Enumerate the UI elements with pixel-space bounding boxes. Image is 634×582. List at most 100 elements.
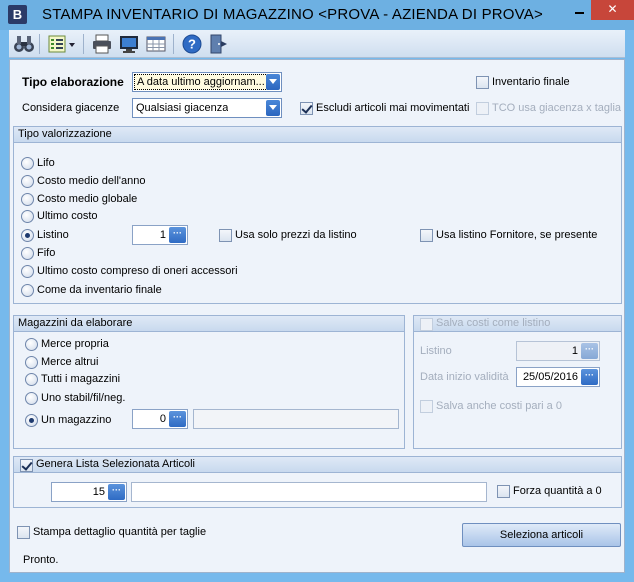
radio-tutti-magazzini[interactable] bbox=[25, 373, 38, 386]
valorizzazione-title: Tipo valorizzazione bbox=[14, 127, 621, 143]
usa-listino-fornitore-checkbox[interactable] bbox=[420, 229, 433, 242]
forza-quantita-checkbox[interactable] bbox=[497, 485, 510, 498]
valorizzazione-group: Tipo valorizzazione Lifo Costo medio del… bbox=[13, 126, 622, 304]
considera-giacenze-value: Qualsiasi giacenza bbox=[136, 102, 229, 114]
calendar-icon[interactable]: ··· bbox=[581, 369, 598, 385]
tipo-elaborazione-select[interactable]: A data ultimo aggiornam... bbox=[132, 72, 282, 92]
seleziona-articoli-button[interactable]: Seleziona articoli bbox=[462, 523, 621, 547]
data-inizio-field[interactable]: 25/05/2016 ··· bbox=[516, 367, 600, 387]
tipo-elaborazione-label: Tipo elaborazione bbox=[22, 75, 124, 89]
radio-costo-medio-anno[interactable] bbox=[21, 175, 34, 188]
stampa-dettaglio-label: Stampa dettaglio quantità per taglie bbox=[33, 526, 207, 538]
printer-icon[interactable] bbox=[91, 33, 113, 55]
radio-merce-altrui[interactable] bbox=[25, 356, 38, 369]
close-button[interactable]: ✕ bbox=[591, 0, 634, 20]
radio-label: Merce altrui bbox=[41, 356, 99, 368]
listino-value: 1 bbox=[159, 229, 166, 241]
radio-costo-medio-globale[interactable] bbox=[21, 193, 34, 206]
ellipsis-icon[interactable]: ··· bbox=[169, 227, 186, 243]
salva-listino-label: Listino bbox=[420, 345, 452, 357]
genera-lista-group: Genera Lista Selezionata Articoli 15 ···… bbox=[13, 456, 622, 508]
salva-anche-label: Salva anche costi pari a 0 bbox=[436, 400, 562, 412]
inventario-finale-label: Inventario finale bbox=[492, 76, 570, 88]
radio-label: Costo medio dell'anno bbox=[37, 175, 146, 187]
minimize-button[interactable] bbox=[566, 0, 592, 20]
radio-come-da-inventario[interactable] bbox=[21, 284, 34, 297]
radio-label: Ultimo costo bbox=[37, 210, 98, 222]
genera-lista-spinner[interactable]: 15 ··· bbox=[51, 482, 127, 502]
radio-label: Merce propria bbox=[41, 338, 109, 350]
grid-icon[interactable] bbox=[145, 33, 167, 55]
main-window: B STAMPA INVENTARIO DI MAGAZZINO <PROVA … bbox=[0, 0, 634, 582]
considera-giacenze-label: Considera giacenze bbox=[22, 102, 120, 114]
listino-spinner[interactable]: 1 ··· bbox=[132, 225, 188, 245]
data-inizio-label: Data inizio validità bbox=[420, 371, 509, 383]
radio-un-magazzino[interactable] bbox=[25, 414, 38, 427]
magazzini-title: Magazzini da elaborare bbox=[14, 316, 404, 332]
tco-giacenza-checkbox[interactable] bbox=[476, 102, 489, 115]
radio-label: Listino bbox=[37, 229, 69, 241]
help-icon[interactable]: ? bbox=[181, 33, 203, 55]
title-bar[interactable]: B STAMPA INVENTARIO DI MAGAZZINO <PROVA … bbox=[0, 0, 634, 30]
radio-ultimo-costo[interactable] bbox=[21, 210, 34, 223]
monitor-preview-icon[interactable] bbox=[118, 33, 140, 55]
forza-quantita-label: Forza quantità a 0 bbox=[513, 485, 602, 497]
toolbar: ? bbox=[9, 30, 625, 58]
radio-ultimo-costo-oneri[interactable] bbox=[21, 265, 34, 278]
inventario-finale-checkbox[interactable] bbox=[476, 76, 489, 89]
radio-label: Uno stabil/fil/neg. bbox=[41, 392, 126, 404]
escludi-articoli-label: Escludi articoli mai movimentati bbox=[316, 102, 470, 114]
genera-lista-title: Genera Lista Selezionata Articoli bbox=[14, 457, 621, 473]
list-options-icon[interactable] bbox=[47, 33, 77, 55]
radio-listino[interactable] bbox=[21, 229, 34, 242]
ellipsis-icon[interactable]: ··· bbox=[108, 484, 125, 500]
form-panel: Tipo elaborazione A data ultimo aggiorna… bbox=[9, 59, 625, 573]
window-title: STAMPA INVENTARIO DI MAGAZZINO <PROVA - … bbox=[42, 6, 543, 23]
ellipsis-icon[interactable]: ··· bbox=[169, 411, 186, 427]
magazzino-value: 0 bbox=[159, 413, 166, 425]
genera-lista-description-field[interactable] bbox=[131, 482, 487, 502]
genera-lista-checkbox[interactable] bbox=[20, 459, 33, 472]
binoculars-icon[interactable] bbox=[13, 33, 35, 55]
magazzino-description-field[interactable] bbox=[193, 409, 399, 429]
svg-text:?: ? bbox=[188, 37, 196, 52]
stampa-dettaglio-checkbox[interactable] bbox=[17, 526, 30, 539]
radio-label: Ultimo costo compreso di oneri accessori bbox=[37, 265, 238, 277]
salva-listino-spinner[interactable]: 1 ··· bbox=[516, 341, 600, 361]
usa-solo-prezzi-label: Usa solo prezzi da listino bbox=[235, 229, 357, 241]
salva-costi-title-text: Salva costi come listino bbox=[436, 317, 551, 329]
salva-anche-checkbox[interactable] bbox=[420, 400, 433, 413]
radio-label: Costo medio globale bbox=[37, 193, 138, 205]
salva-costi-group: Salva costi come listino Listino 1 ··· D… bbox=[413, 315, 622, 449]
usa-listino-fornitore-label: Usa listino Fornitore, se presente bbox=[436, 229, 598, 241]
salva-costi-checkbox[interactable] bbox=[420, 318, 433, 331]
genera-lista-value: 15 bbox=[92, 486, 105, 498]
radio-lifo[interactable] bbox=[21, 157, 34, 170]
radio-label: Tutti i magazzini bbox=[41, 373, 121, 385]
radio-label: Un magazzino bbox=[41, 414, 112, 426]
data-inizio-value: 25/05/2016 bbox=[522, 371, 578, 383]
toolbar-separator bbox=[83, 34, 84, 54]
chevron-down-icon[interactable] bbox=[266, 74, 280, 90]
toolbar-separator bbox=[39, 34, 40, 54]
status-text: Pronto. bbox=[23, 554, 59, 566]
tco-giacenza-label: TCO usa giacenza x taglia bbox=[492, 102, 622, 114]
magazzino-spinner[interactable]: 0 ··· bbox=[132, 409, 188, 429]
ellipsis-icon[interactable]: ··· bbox=[581, 343, 598, 359]
radio-label: Come da inventario finale bbox=[37, 284, 162, 296]
salva-listino-value: 1 bbox=[571, 345, 578, 357]
escludi-articoli-checkbox[interactable] bbox=[300, 102, 313, 115]
tipo-elaborazione-value: A data ultimo aggiornam... bbox=[134, 74, 268, 90]
radio-merce-propria[interactable] bbox=[25, 338, 38, 351]
radio-uno-stabil[interactable] bbox=[25, 392, 38, 405]
considera-giacenze-select[interactable]: Qualsiasi giacenza bbox=[132, 98, 282, 118]
usa-solo-prezzi-checkbox[interactable] bbox=[219, 229, 232, 242]
radio-label: Fifo bbox=[37, 247, 56, 259]
toolbar-separator bbox=[173, 34, 174, 54]
salva-costi-title: Salva costi come listino bbox=[414, 316, 621, 332]
radio-label: Lifo bbox=[37, 157, 55, 169]
magazzini-group: Magazzini da elaborare Merce propria Mer… bbox=[13, 315, 405, 449]
chevron-down-icon[interactable] bbox=[266, 100, 280, 116]
radio-fifo[interactable] bbox=[21, 247, 34, 260]
exit-icon[interactable] bbox=[207, 33, 229, 55]
